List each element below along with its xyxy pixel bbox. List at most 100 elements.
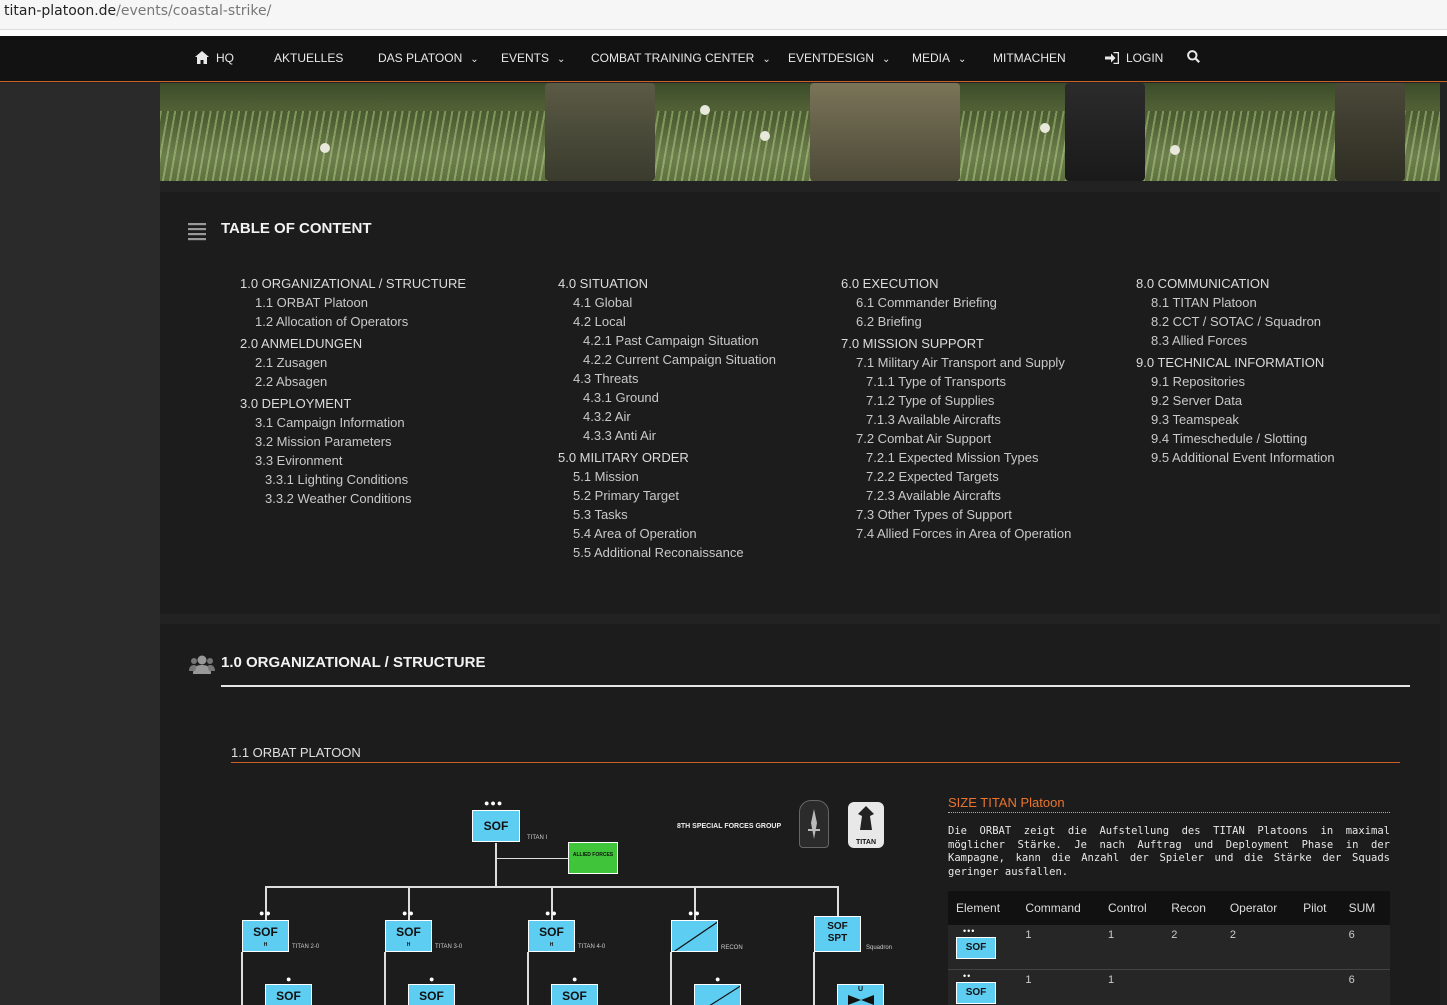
nav-login[interactable]: LOGIN	[1105, 51, 1163, 65]
toc-link[interactable]: 7.1.3 Available Aircrafts	[841, 410, 1071, 429]
toc-link[interactable]: 3.3.1 Lighting Conditions	[240, 470, 466, 489]
toc-link[interactable]: 1.1 ORBAT Platoon	[240, 293, 466, 312]
cell-sum: 6	[1340, 925, 1390, 970]
toc-link[interactable]: 4.2 Local	[558, 312, 776, 331]
nav-aktuelles[interactable]: AKTUELLES	[274, 51, 343, 65]
toc-link[interactable]: 5.2 Primary Target	[558, 486, 776, 505]
toc-link[interactable]: 9.3 Teamspeak	[1136, 410, 1335, 429]
size-panel: SIZE TITAN Platoon Die ORBAT zeigt die A…	[948, 795, 1390, 1005]
nav-events[interactable]: EVENTS ⌄	[501, 51, 565, 65]
toc-link[interactable]: 2.1 Zusagen	[240, 353, 466, 372]
toc-link[interactable]: 5.0 MILITARY ORDER	[558, 448, 776, 467]
toc-link[interactable]: 6.1 Commander Briefing	[841, 293, 1071, 312]
banner-soldier-4	[1335, 83, 1405, 181]
toc-link[interactable]: 9.4 Timeschedule / Slotting	[1136, 429, 1335, 448]
toc-link[interactable]: 7.1.1 Type of Transports	[841, 372, 1071, 391]
toc-link[interactable]: 4.3.3 Anti Air	[558, 426, 776, 445]
toc-link[interactable]: 4.3.1 Ground	[558, 388, 776, 407]
toc-link[interactable]: 9.1 Repositories	[1136, 372, 1335, 391]
toc-link[interactable]: 8.2 CCT / SOTAC / Squadron	[1136, 312, 1335, 331]
toc-link[interactable]: 8.3 Allied Forces	[1136, 331, 1335, 350]
col-command: Command	[1017, 891, 1100, 925]
toc-link[interactable]: 5.4 Area of Operation	[558, 524, 776, 543]
unit-label-titan3: TITAN 3-0	[435, 944, 463, 950]
nav-aktuelles-label: AKTUELLES	[274, 51, 344, 65]
banner-flower	[760, 131, 770, 141]
cell-sum: 6	[1340, 969, 1390, 1005]
nav-combat-training-center[interactable]: COMBAT TRAINING CENTER ⌄	[591, 51, 771, 65]
toc-link[interactable]: 2.2 Absagen	[240, 372, 466, 391]
unit-size-dots: ●	[429, 974, 436, 984]
toc-link[interactable]: 5.1 Mission	[558, 467, 776, 486]
toc-link[interactable]: 4.1 Global	[558, 293, 776, 312]
nav-das-platoon-label: DAS PLATOON	[378, 51, 463, 65]
cell-pilot	[1295, 925, 1341, 970]
toc-link[interactable]: 7.2.1 Expected Mission Types	[841, 448, 1071, 467]
recon-slash-icon	[673, 921, 717, 951]
toc-link[interactable]: 2.0 ANMELDUNGEN	[240, 334, 466, 353]
toc-link[interactable]: 5.5 Additional Reconaissance	[558, 543, 776, 562]
toc-link[interactable]: 7.2 Combat Air Support	[841, 429, 1071, 448]
toc-link[interactable]: 9.5 Additional Event Information	[1136, 448, 1335, 467]
toc-link[interactable]: 4.2.2 Current Campaign Situation	[558, 350, 776, 369]
toc-link[interactable]: 4.2.1 Past Campaign Situation	[558, 331, 776, 350]
toc-link[interactable]: 9.2 Server Data	[1136, 391, 1335, 410]
toc-link[interactable]: 4.3 Threats	[558, 369, 776, 388]
unit-sub: H	[406, 942, 411, 948]
home-icon	[195, 51, 209, 64]
connector-line	[813, 952, 815, 1005]
unit-squad: SOF	[265, 984, 312, 1005]
size-description: Die ORBAT zeigt die Aufstellung des TITA…	[948, 825, 1390, 878]
cell-recon	[1163, 969, 1222, 1005]
nav-eventdesign[interactable]: EVENTDESIGN ⌄	[788, 51, 890, 65]
toc-link[interactable]: 4.0 SITUATION	[558, 274, 776, 293]
login-icon	[1105, 51, 1120, 65]
toc-link[interactable]: 7.2.3 Available Aircrafts	[841, 486, 1071, 505]
toc-link[interactable]: 3.0 DEPLOYMENT	[240, 394, 466, 413]
toc-link[interactable]: 7.1 Military Air Transport and Supply	[841, 353, 1071, 372]
unit-label: SOF	[562, 989, 587, 1003]
unit-label: ALLIED FORCES	[572, 852, 614, 858]
toc-link[interactable]: 6.2 Briefing	[841, 312, 1071, 331]
nav-login-label: LOGIN	[1126, 51, 1164, 65]
subsection-title: 1.1 ORBAT PLATOON	[231, 745, 361, 760]
toc-link[interactable]: 9.0 TECHNICAL INFORMATION	[1136, 353, 1335, 372]
toc-link[interactable]: 8.0 COMMUNICATION	[1136, 274, 1335, 293]
nav-hq[interactable]: HQ	[195, 51, 234, 65]
left-sidebar-space	[0, 83, 160, 1005]
toc-link[interactable]: 7.4 Allied Forces in Area of Operation	[841, 524, 1071, 543]
toc-link[interactable]: 7.2.2 Expected Targets	[841, 467, 1071, 486]
toc-link[interactable]: 3.2 Mission Parameters	[240, 432, 466, 451]
toc-link[interactable]: 7.3 Other Types of Support	[841, 505, 1071, 524]
toc-link[interactable]: 5.3 Tasks	[558, 505, 776, 524]
titan-figure-icon	[858, 806, 874, 830]
toc-link[interactable]: 4.3.2 Air	[558, 407, 776, 426]
unit-recon-team	[694, 984, 741, 1005]
toc-link[interactable]: 6.0 EXECUTION	[841, 274, 1071, 293]
nav-media[interactable]: MEDIA ⌄	[912, 51, 966, 65]
browser-url-bar[interactable]: titan-platoon.de/events/coastal-strike/	[0, 0, 1447, 30]
unit-label-squadron: Squadron	[866, 945, 893, 951]
cell-command: 1	[1017, 925, 1100, 970]
subsection-divider	[231, 762, 1400, 763]
toc-link[interactable]: 8.1 TITAN Platoon	[1136, 293, 1335, 312]
nav-das-platoon[interactable]: DAS PLATOON ⌄	[378, 51, 479, 65]
toc-link[interactable]: 1.2 Allocation of Operators	[240, 312, 466, 331]
cell-element: •• SOF	[948, 969, 1018, 1005]
toc-link[interactable]: 7.1.2 Type of Supplies	[841, 391, 1071, 410]
table-row: ••• SOF 1 1 2 2 6	[948, 925, 1390, 970]
search-button[interactable]	[1187, 50, 1207, 64]
nav-mitmachen[interactable]: MITMACHEN	[993, 51, 1066, 65]
banner-soldier-1	[545, 83, 655, 181]
nav-media-label: MEDIA	[912, 51, 951, 65]
toc-link[interactable]: 1.0 ORGANIZATIONAL / STRUCTURE	[240, 274, 466, 293]
url-text[interactable]: titan-platoon.de/events/coastal-strike/	[4, 3, 271, 19]
cell-control: 1	[1099, 925, 1164, 970]
toc-link[interactable]: 3.1 Campaign Information	[240, 413, 466, 432]
cell-operator: 2	[1221, 925, 1296, 970]
unit-label-titan1: TITAN I	[527, 835, 548, 841]
toc-link[interactable]: 3.3 Evironment	[240, 451, 466, 470]
toc-link[interactable]: 3.3.2 Weather Conditions	[240, 489, 466, 508]
toc-link[interactable]: 7.0 MISSION SUPPORT	[841, 334, 1071, 353]
chevron-down-icon: ⌄	[470, 54, 479, 65]
